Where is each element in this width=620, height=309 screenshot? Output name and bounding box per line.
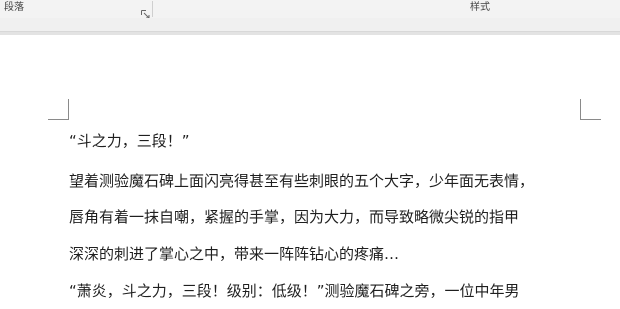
document-line-2[interactable]: 望着测验魔石碑上面闪亮得甚至有些刺眼的五个大字，少年面无表情， <box>69 171 589 191</box>
document-line-1[interactable]: “斗之力，三段！” <box>69 131 589 151</box>
ribbon-group-strip: 段落 样式 <box>0 0 620 19</box>
document-line-3[interactable]: 唇角有着一抹自嘲，紧握的手掌，因为大力，而导致略微尖锐的指甲 <box>69 207 589 227</box>
paragraph-dialog-launcher-icon[interactable] <box>141 4 150 19</box>
group-divider <box>152 1 153 17</box>
paragraph-group-label: 段落 <box>4 2 24 13</box>
document-page[interactable]: “斗之力，三段！” 望着测验魔石碑上面闪亮得甚至有些刺眼的五个大字，少年面无表情… <box>0 35 620 309</box>
document-line-5[interactable]: “萧炎，斗之力，三段！级别：低级！”测验魔石碑之旁，一位中年男 <box>69 281 589 301</box>
crop-mark-top-left <box>48 99 69 120</box>
ruler-band <box>0 18 620 32</box>
styles-group-label: 样式 <box>470 2 490 13</box>
document-line-4[interactable]: 深深的刺进了掌心之中，带来一阵阵钻心的疼痛… <box>69 244 589 264</box>
crop-mark-top-right <box>580 99 601 120</box>
